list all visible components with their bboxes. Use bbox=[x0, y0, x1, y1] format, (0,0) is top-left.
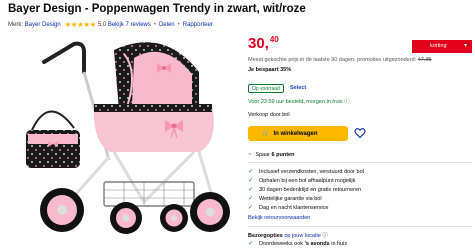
stock-badge: Op voorraad bbox=[248, 84, 284, 93]
rating-stars-icon: ★★★★★ bbox=[64, 20, 97, 29]
usp-item: ✓ 30 dagen bedenktijd en gratis retourner… bbox=[248, 186, 362, 194]
check-icon: ✓ bbox=[248, 196, 254, 202]
reviews-link[interactable]: Bekijk 7 reviews bbox=[108, 22, 151, 28]
product-title: Bayer Design - Poppenwagen Trendy in zwa… bbox=[8, 3, 306, 15]
weekday-prefix: Doordeweeks ook bbox=[259, 240, 304, 247]
weekday-delivery-row: ✓ Doordeweeks ook 's avonds in huis bbox=[248, 240, 348, 248]
old-price: 47,35 bbox=[417, 57, 432, 63]
delivery-options-label: Bezorgopties bbox=[248, 233, 283, 239]
info-icon[interactable]: ⓘ bbox=[344, 99, 350, 105]
discount-badge[interactable]: korting bbox=[412, 40, 472, 53]
usp-item: ✓ Inclusief verzendkosten, verstuurd door… bbox=[248, 168, 364, 176]
cart-icon: 🛒 bbox=[262, 131, 270, 137]
usp-item: ✓ Wettelijke garantie via bol bbox=[248, 195, 322, 203]
rating-value: 5,0 bbox=[97, 21, 107, 28]
savings-text: Je bespaart 35% bbox=[248, 67, 292, 73]
check-icon: ✓ bbox=[248, 187, 254, 193]
brand-label: Merk: bbox=[8, 21, 23, 28]
divider bbox=[248, 162, 472, 163]
info-icon[interactable]: ⓘ bbox=[322, 233, 328, 239]
usp-text: Ophalen bij een bol afhaalpunt mogelijk bbox=[259, 177, 356, 184]
usp-text: Wettelijke garantie via bol bbox=[259, 195, 322, 202]
price-cents: 40 bbox=[269, 35, 279, 44]
usp-item: ✓ Ophalen bij een bol afhaalpunt mogelijk bbox=[248, 177, 356, 185]
delivery-text: Voor 23:59 uur besteld, morgen in huis ⓘ bbox=[248, 97, 350, 105]
check-icon: ✓ bbox=[248, 241, 254, 247]
usp-text: 30 dagen bedenktijd en gratis retournere… bbox=[259, 186, 362, 193]
add-to-cart-button[interactable]: 🛒 In winkelwagen bbox=[248, 126, 348, 141]
select-badge[interactable]: Select bbox=[290, 85, 306, 91]
check-icon: ✓ bbox=[248, 178, 254, 184]
points-row: ◔ Spaar 6 punten bbox=[248, 152, 294, 158]
delivery-options-row: Bezorgopties op jouw locatie ⓘ bbox=[248, 231, 328, 239]
usp-item: ✓ Dag en nacht klantenservice bbox=[248, 204, 329, 212]
brand-link[interactable]: Bayer Design bbox=[25, 22, 61, 28]
lowest-price-text: Meest gekochte prijs in de laatste 90 da… bbox=[248, 57, 417, 63]
points-value: 6 punten bbox=[271, 152, 295, 158]
product-meta: Merk: Bayer Design ★★★★★ 5,0 Bekijk 7 re… bbox=[8, 20, 213, 29]
delivery-label: Voor 23:59 uur besteld, morgen in huis bbox=[248, 99, 343, 105]
usp-text: Inclusief verzendkosten, verstuurd door … bbox=[259, 168, 364, 175]
report-link[interactable]: Rapporteer bbox=[183, 22, 213, 28]
returns-link[interactable]: Bekijk retourvoorwaarden bbox=[248, 215, 310, 221]
price-whole: 30, bbox=[248, 35, 269, 52]
weekday-bold: 's avonds bbox=[304, 240, 330, 247]
divider bbox=[248, 226, 472, 227]
price: 30,40 bbox=[248, 35, 279, 52]
points-prefix: Spaar bbox=[255, 152, 271, 158]
check-icon: ✓ bbox=[248, 205, 254, 211]
check-icon: ✓ bbox=[248, 169, 254, 175]
location-link[interactable]: op jouw locatie bbox=[284, 233, 320, 239]
wishlist-heart-icon[interactable] bbox=[354, 127, 366, 139]
seller-text: Verkoop door bol bbox=[248, 112, 290, 118]
share-link[interactable]: Delen bbox=[159, 22, 175, 28]
usp-text: Dag en nacht klantenservice bbox=[259, 204, 329, 211]
add-to-cart-label: In winkelwagen bbox=[273, 130, 318, 137]
weekday-suffix: in huis bbox=[331, 240, 348, 247]
points-icon: ◔ bbox=[248, 152, 252, 158]
product-image[interactable] bbox=[14, 32, 234, 246]
lowest-price-note: Meest gekochte prijs in de laatste 90 da… bbox=[248, 57, 431, 63]
